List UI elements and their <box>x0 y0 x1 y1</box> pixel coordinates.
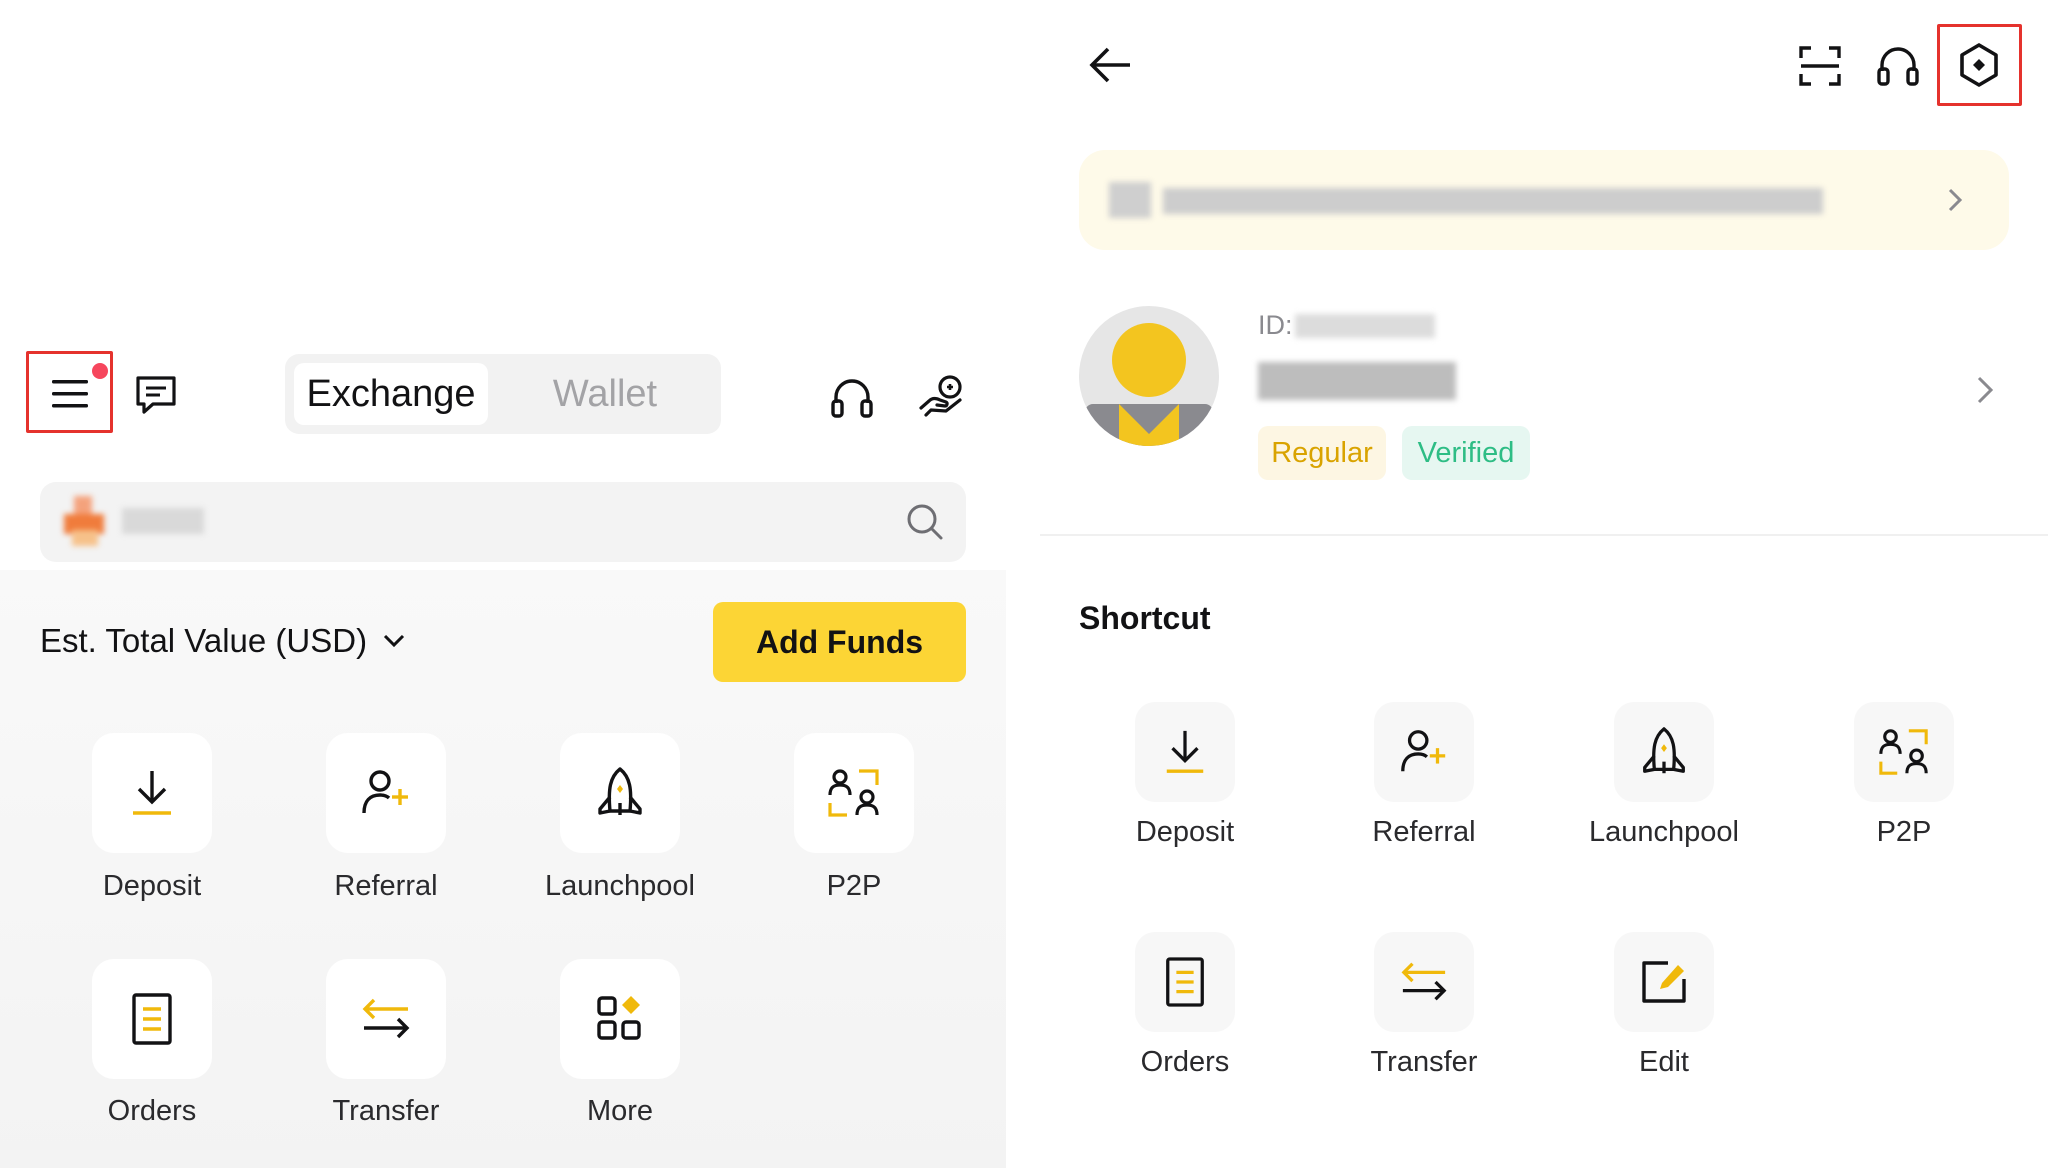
highlight-frame <box>1937 24 2022 106</box>
shortcut-label: Transfer <box>332 1095 440 1127</box>
account-type-switch: Exchange Wallet <box>285 354 721 434</box>
banner-text-blurred <box>1163 188 1823 214</box>
search-text-blurred <box>122 508 204 534</box>
shortcut-more[interactable] <box>560 959 680 1079</box>
back-button[interactable] <box>1080 40 1140 90</box>
rewards-button[interactable] <box>912 366 972 426</box>
coin-logo-blurred <box>64 496 104 548</box>
reward-hand-icon <box>919 375 962 417</box>
deposit-icon <box>133 771 171 815</box>
shortcut-p2p[interactable] <box>1854 702 1954 802</box>
shortcut-section-title: Shortcut <box>1079 600 1211 636</box>
shortcut-label: P2P <box>1876 816 1932 848</box>
add-funds-button[interactable]: Add Funds <box>713 602 966 682</box>
shortcut-edit[interactable] <box>1614 932 1714 1032</box>
shortcut-deposit[interactable] <box>1135 702 1235 802</box>
message-icon <box>136 376 176 414</box>
transfer-icon <box>1401 962 1447 1001</box>
orders-icon <box>132 993 172 1045</box>
announcement-banner[interactable] <box>1079 150 2009 250</box>
referral-icon <box>362 770 408 814</box>
est-total-label: Est. Total Value (USD) <box>40 622 368 659</box>
user-id-prefix: ID: <box>1258 310 1293 340</box>
shortcut-orders[interactable] <box>92 959 212 1079</box>
section-divider <box>1040 534 2048 536</box>
shortcut-label: Transfer <box>1370 1046 1478 1078</box>
status-badge-verified: Verified <box>1402 426 1530 480</box>
shortcut-label: Referral <box>1372 816 1476 848</box>
shortcut-label: P2P <box>826 870 882 902</box>
more-icon <box>597 996 641 1040</box>
shortcut-label: Launchpool <box>545 870 695 902</box>
tab-exchange[interactable]: Exchange <box>294 363 488 425</box>
headset-icon <box>1877 47 1919 86</box>
shortcut-label: Orders <box>1140 1046 1230 1078</box>
messages-button[interactable] <box>128 370 184 420</box>
arrow-left-icon <box>1089 47 1130 83</box>
scan-button[interactable] <box>1792 40 1848 92</box>
shortcut-label: Deposit <box>1135 816 1235 848</box>
p2p-icon <box>828 769 879 817</box>
shortcut-orders[interactable] <box>1135 932 1235 1032</box>
shortcut-label: Referral <box>334 870 438 902</box>
banner-text-blurred <box>1109 182 1151 218</box>
chevron-right-icon <box>1948 188 1963 212</box>
p2p-icon <box>1879 729 1928 775</box>
shortcut-label: Edit <box>1639 1046 1689 1078</box>
shortcut-deposit[interactable] <box>92 733 212 853</box>
search-icon <box>907 504 943 540</box>
shortcut-label: Deposit <box>102 870 202 902</box>
profile-detail-button[interactable] <box>1970 370 2000 410</box>
transfer-icon <box>362 998 410 1039</box>
user-id: ID: <box>1258 310 1435 341</box>
support-button[interactable] <box>1870 38 1926 94</box>
edit-icon <box>1642 961 1686 1003</box>
launchpool-icon <box>1643 727 1685 774</box>
scan-icon <box>1799 46 1841 86</box>
headset-icon <box>831 379 873 418</box>
chevron-right-icon <box>1977 376 1994 404</box>
shortcut-referral[interactable] <box>326 733 446 853</box>
est-total-value[interactable]: Est. Total Value (USD) <box>40 622 407 660</box>
search-bar[interactable] <box>40 482 966 562</box>
shortcut-label: Launchpool <box>1589 816 1739 848</box>
shortcut-label: Orders <box>107 1095 197 1127</box>
shortcut-transfer[interactable] <box>326 959 446 1079</box>
shortcut-transfer[interactable] <box>1374 932 1474 1032</box>
user-id-blurred <box>1294 313 1435 338</box>
status-badge-regular: Regular <box>1258 426 1386 480</box>
deposit-icon <box>1166 730 1204 773</box>
highlight-frame <box>26 351 113 433</box>
support-button[interactable] <box>824 370 880 426</box>
referral-icon <box>1401 730 1446 772</box>
shortcut-label: More <box>586 1095 654 1127</box>
shortcut-p2p[interactable] <box>794 733 914 853</box>
shortcut-referral[interactable] <box>1374 702 1474 802</box>
tab-wallet[interactable]: Wallet <box>507 363 703 425</box>
chevron-down-icon <box>384 634 405 648</box>
shortcut-launchpool[interactable] <box>560 733 680 853</box>
username-blurred <box>1258 362 1456 400</box>
launchpool-icon <box>598 767 642 815</box>
orders-icon <box>1166 957 1204 1007</box>
avatar[interactable] <box>1079 306 1219 446</box>
shortcut-launchpool[interactable] <box>1614 702 1714 802</box>
home-panel: Exchange Wallet Est. Total Value (USD) A… <box>0 0 1006 1168</box>
